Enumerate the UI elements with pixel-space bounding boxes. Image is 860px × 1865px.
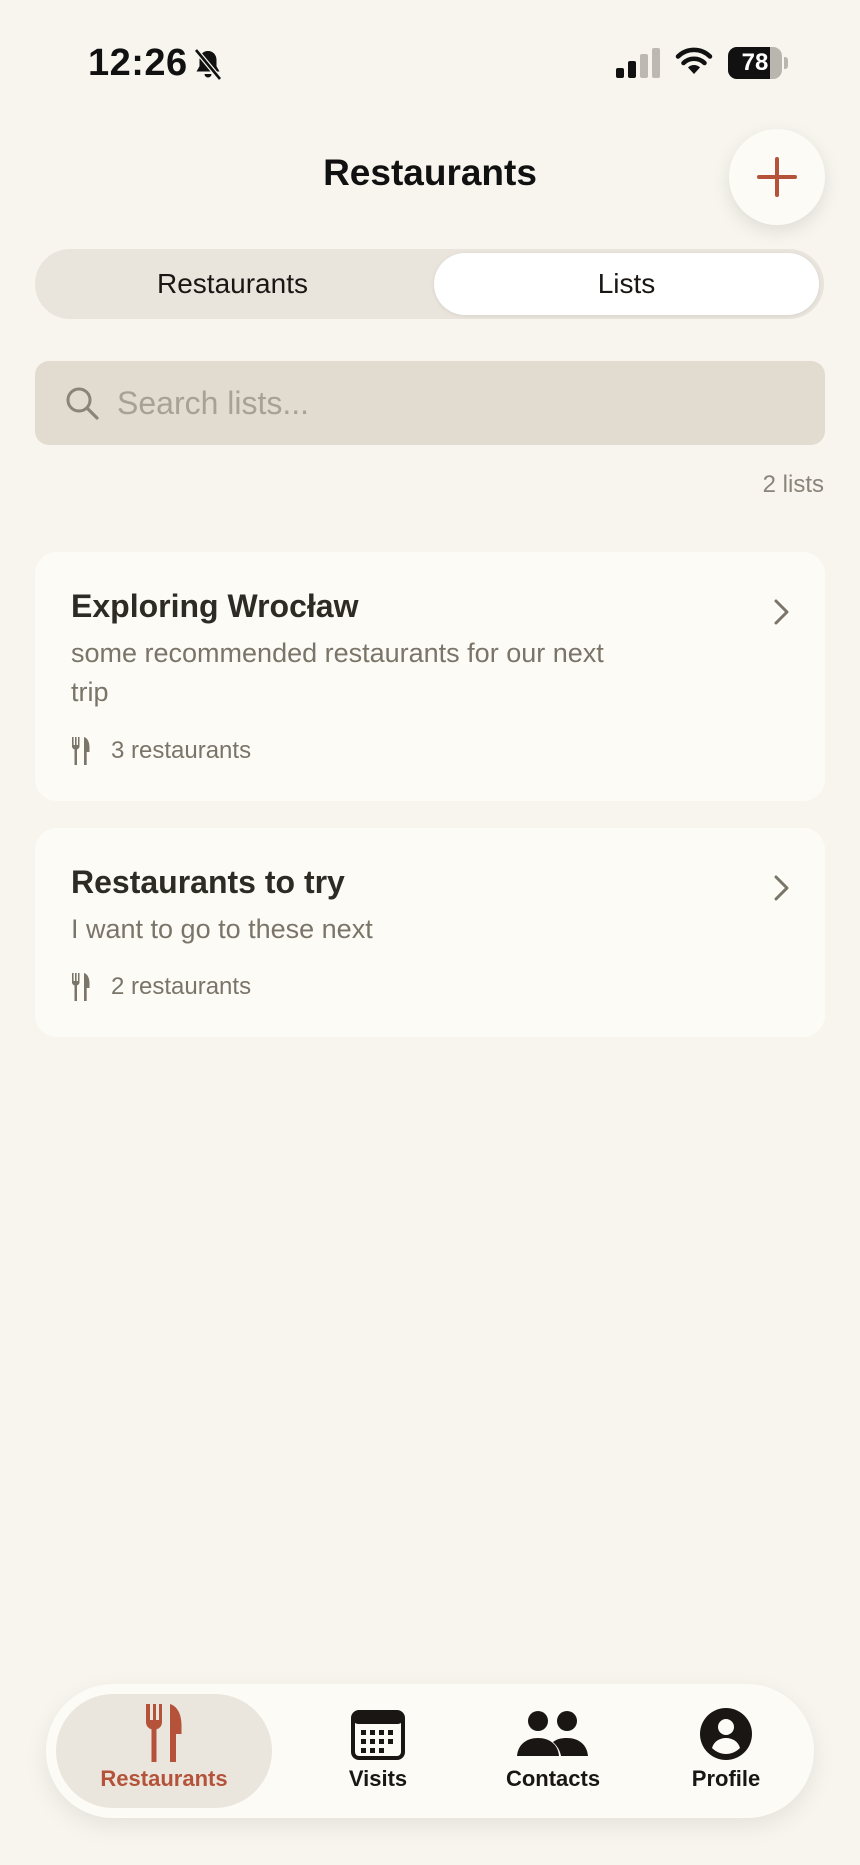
segment-restaurants[interactable]: Restaurants	[35, 249, 430, 319]
chevron-right-icon	[774, 875, 789, 901]
tab-label: Visits	[348, 1766, 408, 1791]
segmented-control: Restaurants Lists	[35, 249, 824, 319]
tab-label: Profile	[691, 1766, 761, 1791]
tab-bar: Restaurants Visits Contacts Profile	[46, 1684, 814, 1818]
chevron-right-icon	[774, 599, 789, 625]
search-icon	[66, 387, 99, 420]
status-time: 12:26	[88, 42, 188, 84]
tab-label: Contacts	[505, 1766, 601, 1791]
battery-icon: 78	[728, 47, 788, 79]
list-count: 2 lists	[762, 471, 824, 498]
tab-profile[interactable]: Profile	[648, 1694, 804, 1808]
person-circle-icon	[700, 1708, 752, 1760]
tab-visits[interactable]: Visits	[298, 1694, 458, 1808]
wifi-icon	[675, 47, 713, 74]
segment-lists[interactable]: Lists	[434, 253, 819, 315]
list-meta: 2 restaurants	[71, 973, 251, 1001]
calendar-icon	[351, 1710, 405, 1760]
fork-knife-icon	[72, 737, 90, 765]
list-meta: 3 restaurants	[71, 737, 251, 765]
tab-label: Restaurants	[100, 1766, 228, 1791]
fork-knife-icon	[146, 1704, 182, 1762]
battery-level: 78	[741, 49, 769, 76]
signal-icon	[616, 48, 660, 78]
list-description: I want to go to these next	[71, 914, 373, 944]
list-restaurant-count: 3 restaurants	[111, 737, 252, 764]
list-title: Restaurants to try	[71, 864, 345, 900]
add-button[interactable]	[729, 129, 825, 225]
search-bar	[35, 361, 825, 445]
plus-icon	[757, 157, 797, 197]
bell-slash-icon	[194, 48, 222, 81]
fork-knife-icon	[72, 973, 90, 1001]
tab-restaurants[interactable]: Restaurants	[56, 1694, 272, 1808]
list-card[interactable]: Exploring Wrocław some recommended resta…	[35, 552, 825, 801]
people-icon	[517, 1711, 588, 1756]
list-restaurant-count: 2 restaurants	[111, 973, 252, 1000]
list-title: Exploring Wrocław	[71, 588, 359, 624]
list-description: some recommended restaurants for our nex…	[71, 638, 604, 707]
tab-contacts[interactable]: Contacts	[458, 1694, 648, 1808]
list-card[interactable]: Restaurants to try I want to go to these…	[35, 828, 825, 1037]
search-input[interactable]	[117, 361, 797, 445]
status-bar: 12:26 78	[0, 0, 860, 120]
